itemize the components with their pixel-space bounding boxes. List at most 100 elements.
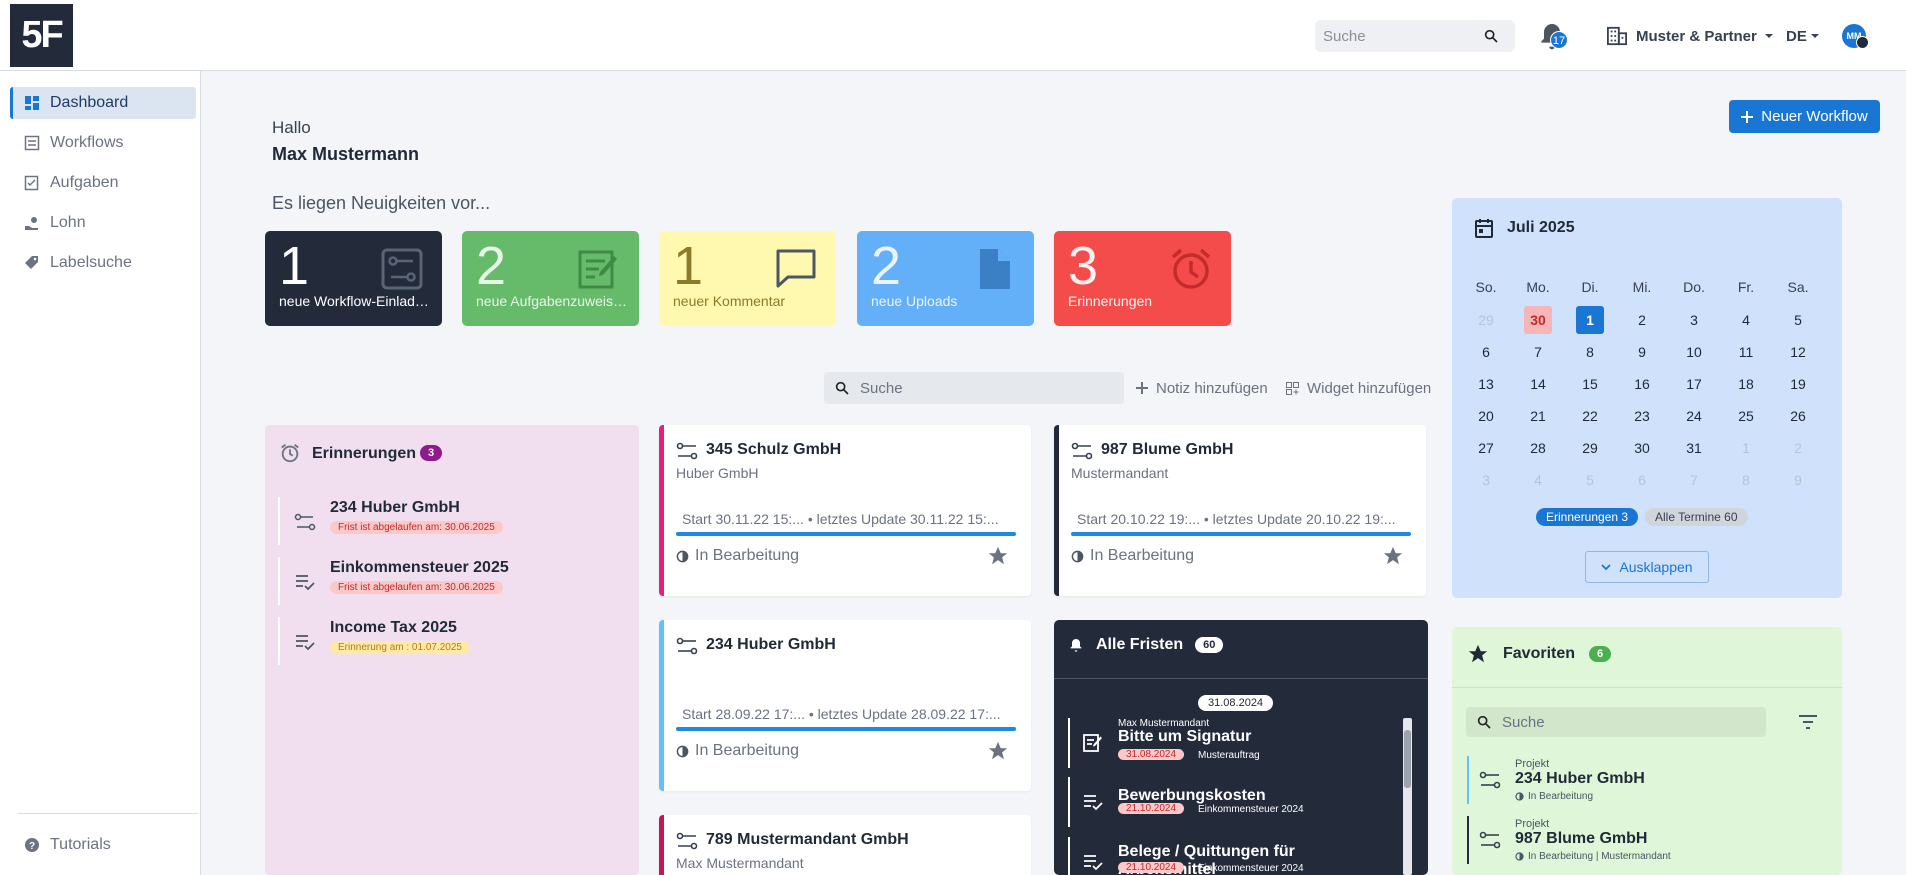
calendar-day[interactable]: 13	[1472, 370, 1500, 398]
sidebar-item-lohn[interactable]: Lohn	[10, 207, 196, 239]
widget-search-input[interactable]	[860, 379, 1100, 397]
workflow-card[interactable]: 789 Mustermandant GmbH Max Mustermandant	[659, 815, 1031, 875]
star-icon[interactable]	[987, 740, 1009, 762]
calendar-day[interactable]: 9	[1784, 466, 1812, 494]
sidebar-item-tutorials[interactable]: ? Tutorials	[10, 829, 196, 861]
scrollbar-thumb[interactable]	[1404, 730, 1411, 788]
calendar-day[interactable]: 18	[1732, 370, 1760, 398]
payroll-icon	[25, 217, 38, 230]
favorites-count-badge: 6	[1589, 646, 1612, 662]
calendar-day[interactable]: 29	[1472, 306, 1500, 334]
calendar-day[interactable]: 3	[1680, 306, 1708, 334]
calendar-day[interactable]: 23	[1628, 402, 1656, 430]
sidebar-item-dashboard[interactable]: Dashboard	[10, 87, 196, 119]
sidebar-item-workflows[interactable]: Workflows	[10, 127, 196, 159]
workflow-card[interactable]: 987 Blume GmbH Mustermandant Start 20.10…	[1054, 425, 1426, 596]
calendar-day[interactable]: 6	[1628, 466, 1656, 494]
calendar-day[interactable]: 19	[1784, 370, 1812, 398]
reminder-item[interactable]: Einkommensteuer 2025 Frist ist abgelaufe…	[278, 557, 628, 605]
favorites-search-input[interactable]	[1502, 713, 1742, 731]
deadline-item[interactable]: Max Mustermandant Bitte um Signatur 31.0…	[1068, 718, 1393, 768]
calendar-day[interactable]: 11	[1732, 338, 1760, 366]
favorite-kind: Projekt	[1515, 818, 1550, 830]
calendar-day[interactable]: 5	[1576, 466, 1604, 494]
task-list-icon	[296, 575, 315, 591]
company-switcher[interactable]: Muster & Partner	[1606, 22, 1773, 50]
add-widget-button[interactable]: Widget hinzufügen	[1286, 376, 1431, 400]
tile-workflow-invitations[interactable]: 1 neue Workflow-Einladungen	[265, 231, 442, 326]
calendar-day[interactable]: 26	[1784, 402, 1812, 430]
filter-icon[interactable]	[1796, 712, 1820, 732]
calendar-day[interactable]: 4	[1524, 466, 1552, 494]
calendar-day[interactable]: 5	[1784, 306, 1812, 334]
calendar-day[interactable]: 8	[1732, 466, 1760, 494]
favorite-item[interactable]: Projekt 987 Blume GmbH In Bearbeitung | …	[1467, 816, 1807, 864]
workflow-card[interactable]: 234 Huber GmbH Start 28.09.22 17:... • l…	[659, 620, 1031, 791]
search-icon	[1477, 715, 1491, 729]
deadline-date-badge: 31.08.2024	[1118, 749, 1185, 760]
calendar-day[interactable]: 8	[1576, 338, 1604, 366]
calendar-day[interactable]: 10	[1680, 338, 1708, 366]
calendar-day[interactable]: 30	[1524, 306, 1552, 334]
task-edit-icon	[578, 250, 617, 289]
calendar-day[interactable]: 14	[1524, 370, 1552, 398]
calendar-day[interactable]: 29	[1576, 434, 1604, 462]
calendar-day[interactable]: 9	[1628, 338, 1656, 366]
workflow-icon	[676, 832, 698, 850]
calendar-day[interactable]: 28	[1524, 434, 1552, 462]
calendar-day[interactable]: 17	[1680, 370, 1708, 398]
calendar-day[interactable]: 1	[1732, 434, 1760, 462]
star-icon[interactable]	[1382, 545, 1404, 567]
calendar-day[interactable]: 24	[1680, 402, 1708, 430]
favorite-stripe	[1467, 816, 1469, 864]
app-logo[interactable]: 5F	[10, 4, 73, 67]
calendar-day[interactable]: 16	[1628, 370, 1656, 398]
avatar-check-icon	[1856, 36, 1869, 49]
calendar-day[interactable]: 7	[1680, 466, 1708, 494]
tile-reminders[interactable]: 3 Erinnerungen	[1054, 231, 1231, 326]
sidebar-item-aufgaben[interactable]: Aufgaben	[10, 167, 196, 199]
calendar-reminders-chip[interactable]: Erinnerungen 3	[1536, 508, 1639, 526]
favorite-item[interactable]: Projekt 234 Huber GmbH In Bearbeitung	[1467, 756, 1807, 804]
star-icon[interactable]	[987, 545, 1009, 567]
calendar-day[interactable]: 27	[1472, 434, 1500, 462]
header-search[interactable]	[1315, 20, 1515, 52]
tile-uploads[interactable]: 2 neue Uploads	[857, 231, 1034, 326]
calendar-day[interactable]: 4	[1732, 306, 1760, 334]
calendar-day[interactable]: 20	[1472, 402, 1500, 430]
calendar-day[interactable]: 22	[1576, 402, 1604, 430]
calendar-expand-button[interactable]: Ausklappen	[1585, 551, 1709, 583]
calendar-icon	[1475, 219, 1493, 238]
sidebar-item-labelsuche[interactable]: Labelsuche	[10, 247, 196, 279]
calendar-day[interactable]: 1	[1576, 306, 1604, 334]
calendar-day[interactable]: 6	[1472, 338, 1500, 366]
calendar-all-events-chip[interactable]: Alle Termine 60	[1645, 508, 1748, 526]
calendar-day[interactable]: 15	[1576, 370, 1604, 398]
header-search-input[interactable]	[1323, 27, 1483, 45]
calendar-day[interactable]: 21	[1524, 402, 1552, 430]
calendar-day[interactable]: 25	[1732, 402, 1760, 430]
search-icon[interactable]	[1483, 28, 1499, 44]
calendar-day[interactable]: 31	[1680, 434, 1708, 462]
reminder-title: Income Tax 2025	[330, 619, 457, 636]
tile-label: neue Uploads	[871, 293, 958, 309]
deadline-item[interactable]: Bewerbungskosten 21.10.2024 Einkommenste…	[1068, 777, 1393, 827]
deadline-item[interactable]: Belege / Quittungen für Arbeitsmittel 21…	[1068, 837, 1393, 875]
tile-task-assignments[interactable]: 2 neue Aufgabenzuweisungen	[462, 231, 639, 326]
calendar-day[interactable]: 30	[1628, 434, 1656, 462]
calendar-day[interactable]: 2	[1784, 434, 1812, 462]
calendar-day[interactable]: 7	[1524, 338, 1552, 366]
calendar-day[interactable]: 3	[1472, 466, 1500, 494]
new-workflow-button[interactable]: Neuer Workflow	[1729, 100, 1880, 133]
reminder-item[interactable]: Income Tax 2025 Erinnerung am : 01.07.20…	[278, 617, 628, 665]
widget-search[interactable]	[824, 372, 1124, 404]
workflow-card[interactable]: 345 Schulz GmbH Huber GmbH Start 30.11.2…	[659, 425, 1031, 596]
language-switcher[interactable]: DE	[1786, 22, 1819, 50]
favorites-search[interactable]	[1466, 707, 1766, 737]
calendar-day[interactable]: 2	[1628, 306, 1656, 334]
add-note-button[interactable]: Notiz hinzufügen	[1136, 376, 1268, 400]
status-label: In Bearbeitung	[1090, 547, 1195, 564]
calendar-day[interactable]: 12	[1784, 338, 1812, 366]
tile-comments[interactable]: 1 neuer Kommentar	[659, 231, 836, 326]
reminder-item[interactable]: 234 Huber GmbH Frist ist abgelaufen am: …	[278, 497, 628, 545]
